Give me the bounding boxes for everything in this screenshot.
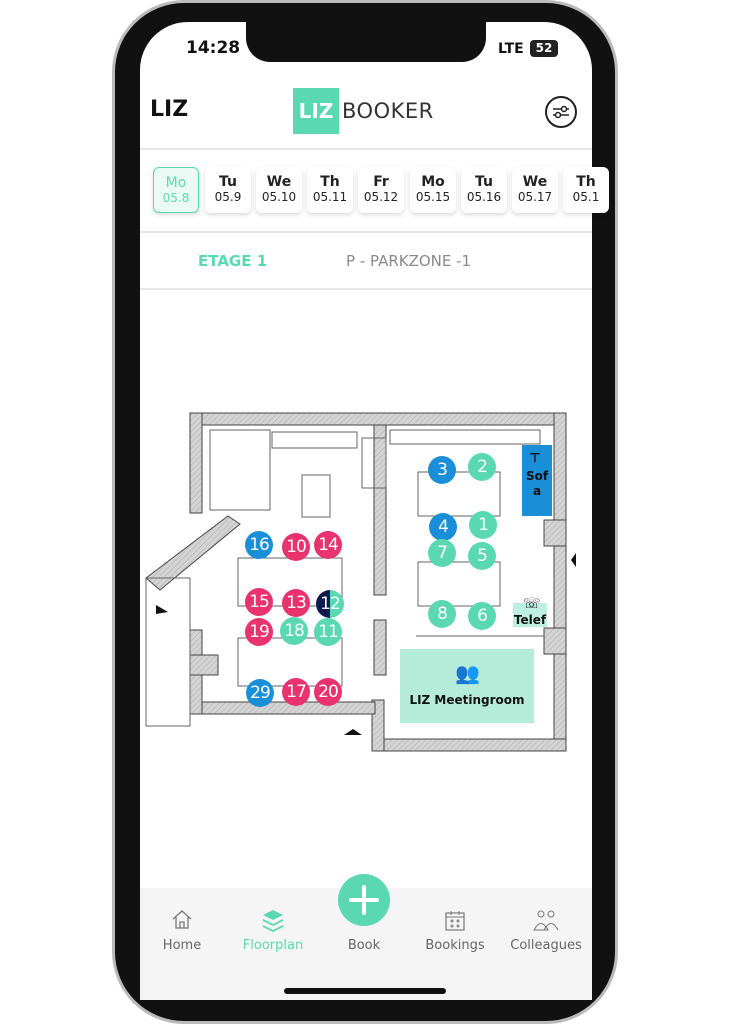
seat-10[interactable]: 10	[282, 533, 310, 561]
sofa-label: Sofa	[525, 469, 549, 498]
seat-13[interactable]: 13	[282, 589, 310, 617]
seat-2[interactable]: 2	[468, 453, 496, 481]
seat-20[interactable]: 20	[314, 678, 342, 706]
home-indicator	[284, 988, 446, 994]
seat-12[interactable]: 12	[316, 590, 344, 618]
seat-4[interactable]: 4	[429, 513, 457, 541]
phone-icon: ☏	[523, 596, 541, 612]
seat-5[interactable]: 5	[468, 542, 496, 570]
seat-7[interactable]: 7	[428, 539, 456, 567]
sofa-icon: ⊤	[529, 451, 541, 466]
nav-colleagues[interactable]: Colleagues	[501, 938, 591, 953]
layers-icon	[263, 910, 283, 932]
seat-15[interactable]: 15	[245, 588, 273, 616]
plus-icon	[349, 885, 379, 915]
seat-14[interactable]: 14	[314, 531, 342, 559]
seat-11[interactable]: 11	[314, 618, 342, 646]
phone-booth-label: Telef	[513, 613, 547, 627]
sofa-area[interactable]: ⊤ Sofa	[522, 445, 552, 516]
nav-home[interactable]: Home	[137, 938, 227, 953]
users-icon	[533, 910, 559, 931]
book-button[interactable]	[338, 874, 390, 926]
floorplan	[145, 412, 576, 752]
seat-29[interactable]: 29	[246, 679, 274, 707]
nav-bookings[interactable]: Bookings	[410, 938, 500, 953]
seat-8[interactable]: 8	[428, 600, 456, 628]
seat-6[interactable]: 6	[468, 602, 496, 630]
nav-book[interactable]: Book	[319, 938, 409, 953]
home-icon	[172, 910, 192, 929]
seat-16[interactable]: 16	[245, 531, 273, 559]
seat-17[interactable]: 17	[282, 678, 310, 706]
seat-18[interactable]: 18	[280, 617, 308, 645]
meeting-icon: 👥	[455, 661, 480, 685]
meeting-room-label: LIZ Meetingroom	[409, 693, 525, 707]
phone-booth[interactable]: ☏ Telef	[513, 597, 547, 627]
meeting-room[interactable]: 👥 LIZ Meetingroom	[400, 649, 534, 723]
seat-19[interactable]: 19	[245, 618, 273, 646]
seat-1[interactable]: 1	[469, 511, 497, 539]
nav-floorplan[interactable]: Floorplan	[228, 938, 318, 953]
seat-3[interactable]: 3	[428, 456, 456, 484]
calendar-icon	[445, 911, 465, 931]
